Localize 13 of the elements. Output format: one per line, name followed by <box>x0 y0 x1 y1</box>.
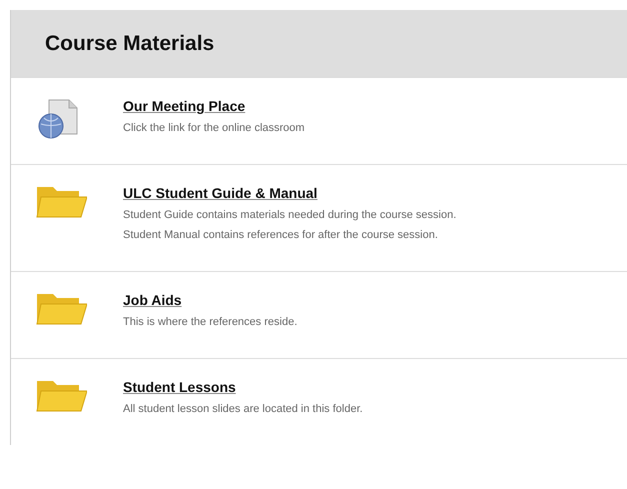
item-description: This is where the references reside. <box>123 316 298 328</box>
item-description: Student Guide contains materials needed during the course session. <box>123 209 456 221</box>
item-description: Click the link for the online classroom <box>123 122 305 134</box>
item-title-link[interactable]: Our Meeting Place <box>123 98 246 114</box>
folder-icon <box>35 292 87 326</box>
item-title-link[interactable]: Job Aids <box>123 292 182 308</box>
item-title-link[interactable]: ULC Student Guide & Manual <box>123 185 318 201</box>
item-description: All student lesson slides are located in this folder. <box>123 403 363 415</box>
item-description: Student Manual contains references for after the course session. <box>123 229 439 241</box>
folder-icon <box>35 379 87 413</box>
panel-title: Course Materials <box>45 32 214 56</box>
item-title-link[interactable]: Student Lessons <box>123 379 236 395</box>
folder-icon <box>35 185 87 219</box>
